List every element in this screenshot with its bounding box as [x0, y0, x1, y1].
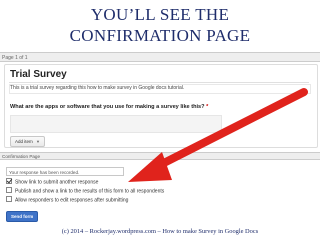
question-text: What are the apps or software that you u… [10, 104, 205, 110]
send-form-button[interactable]: Send form [6, 211, 39, 222]
slide-footer: (c) 2014 – Rockerjay.wordpress.com – How… [61, 228, 259, 235]
option-publish-results[interactable]: Publish and show a link to the results o… [6, 187, 165, 195]
checkbox-show-another-response[interactable] [6, 178, 12, 184]
option-label: Publish and show a link to the results o… [15, 188, 165, 195]
required-marker: * [206, 104, 209, 110]
option-label: Show link to submit another response [15, 179, 99, 186]
form-title[interactable]: Trial Survey [10, 69, 67, 80]
option-allow-edit[interactable]: Allow responders to edit responses after… [6, 196, 129, 204]
page-label: Page 1 of 1 [0, 52, 320, 62]
form-description: This is a trial survey regarding this ho… [10, 85, 185, 91]
form-editor-screenshot: Page 1 of 1 Trial Survey This is a trial… [0, 52, 320, 224]
question-title: What are the apps or software that you u… [10, 104, 208, 110]
chevron-down-icon: ▼ [36, 139, 40, 144]
slide-title: YOU’LL SEE THE CONFIRMATION PAGE [0, 4, 320, 46]
form-card: Trial Survey This is a trial survey rega… [4, 64, 318, 148]
checkbox-allow-edit[interactable] [6, 196, 12, 202]
checkbox-publish-results[interactable] [6, 187, 12, 193]
confirmation-message-input[interactable]: Your response has been recorded. [6, 167, 124, 176]
add-item-label: Add item [15, 139, 33, 144]
slide-title-line-2: CONFIRMATION PAGE [69, 26, 251, 45]
option-label: Allow responders to edit responses after… [15, 197, 129, 204]
confirmation-section-label: Confirmation Page [0, 152, 320, 160]
form-title-divider [9, 82, 309, 83]
option-show-another-response[interactable]: Show link to submit another response [6, 178, 99, 186]
answer-textarea[interactable] [10, 115, 222, 133]
slide-title-line-1: YOU’LL SEE THE [90, 5, 230, 24]
add-item-button[interactable]: Add item ▼ [10, 136, 45, 147]
